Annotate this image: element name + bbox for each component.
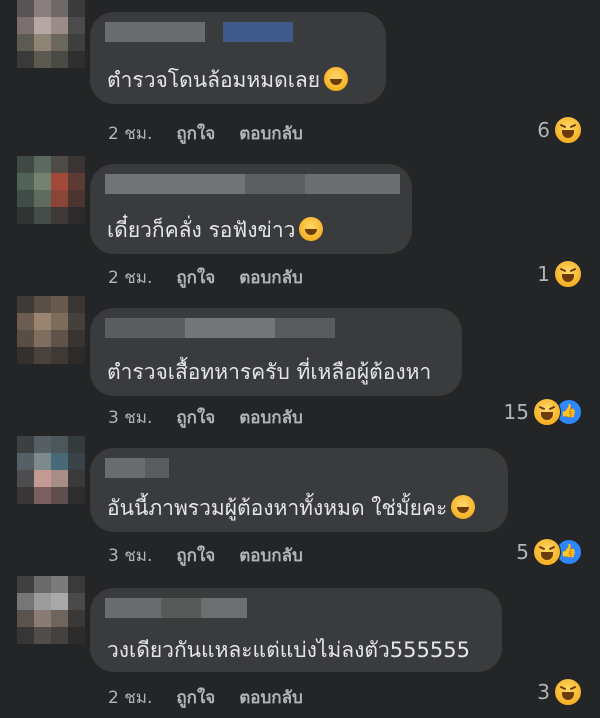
haha-icon bbox=[533, 538, 561, 566]
timestamp[interactable]: 2 ชม. bbox=[108, 264, 152, 291]
timestamp[interactable]: 2 ชม. bbox=[108, 120, 152, 147]
like-button[interactable]: ถูกใจ bbox=[176, 684, 215, 711]
author-name[interactable] bbox=[105, 318, 335, 338]
comment-actions: 3 ชม. ถูกใจ ตอบกลับ bbox=[108, 404, 303, 431]
reply-button[interactable]: ตอบกลับ bbox=[239, 542, 303, 569]
comment-text: อันนี้ภาพรวมผู้ต้องหาทั้งหมด ใช่มั้ยคะ bbox=[107, 492, 476, 525]
comment-bubble: ตำรวจโดนล้อมหมดเลย bbox=[90, 12, 386, 104]
comment-text: เดี๋ยวก็คลั่ง รอฟังข่าว bbox=[107, 214, 324, 247]
author-name[interactable] bbox=[105, 22, 293, 42]
avatar[interactable] bbox=[17, 436, 85, 504]
reaction-count: 6 bbox=[537, 118, 550, 142]
reaction-summary[interactable]: 5 👍 bbox=[516, 538, 582, 566]
rofl-emoji-icon bbox=[451, 495, 476, 519]
reply-button[interactable]: ตอบกลับ bbox=[239, 264, 303, 291]
reaction-count: 3 bbox=[537, 680, 550, 704]
haha-icon bbox=[554, 260, 582, 288]
comment-text: ตำรวจโดนล้อมหมดเลย bbox=[107, 64, 349, 97]
like-button[interactable]: ถูกใจ bbox=[176, 404, 215, 431]
comment-text: ตำรวจเสื้อทหารครับ ที่เหลือผู้ต้องหา bbox=[107, 360, 432, 384]
comment-actions: 2 ชม. ถูกใจ ตอบกลับ bbox=[108, 264, 303, 291]
comment-bubble: วงเดียวกันแหละแต่แบ่งไม่ลงตัว555555 bbox=[90, 588, 502, 672]
like-button[interactable]: ถูกใจ bbox=[176, 264, 215, 291]
haha-icon bbox=[533, 398, 561, 426]
reaction-summary[interactable]: 1 bbox=[537, 260, 582, 288]
like-button[interactable]: ถูกใจ bbox=[176, 542, 215, 569]
cat-joy-emoji-icon bbox=[324, 67, 349, 91]
reaction-count: 1 bbox=[537, 262, 550, 286]
comment-bubble: เดี๋ยวก็คลั่ง รอฟังข่าว bbox=[90, 164, 412, 254]
timestamp[interactable]: 3 ชม. bbox=[108, 542, 152, 569]
haha-icon bbox=[554, 678, 582, 706]
comment-actions: 3 ชม. ถูกใจ ตอบกลับ bbox=[108, 542, 303, 569]
reply-button[interactable]: ตอบกลับ bbox=[239, 684, 303, 711]
like-button[interactable]: ถูกใจ bbox=[176, 120, 215, 147]
comment-actions: 2 ชม. ถูกใจ ตอบกลับ bbox=[108, 684, 303, 711]
reaction-summary[interactable]: 6 bbox=[537, 116, 582, 144]
comment-bubble: ตำรวจเสื้อทหารครับ ที่เหลือผู้ต้องหา bbox=[90, 308, 462, 396]
avatar[interactable] bbox=[17, 576, 85, 644]
author-name[interactable] bbox=[105, 598, 247, 618]
comment-bubble: อันนี้ภาพรวมผู้ต้องหาทั้งหมด ใช่มั้ยคะ bbox=[90, 448, 508, 532]
avatar[interactable] bbox=[17, 296, 85, 364]
hand-over-mouth-emoji-icon bbox=[299, 217, 324, 241]
reaction-summary[interactable]: 3 bbox=[537, 678, 582, 706]
timestamp[interactable]: 2 ชม. bbox=[108, 684, 152, 711]
author-name[interactable] bbox=[105, 174, 400, 194]
avatar[interactable] bbox=[17, 156, 85, 224]
reaction-count: 5 bbox=[516, 540, 529, 564]
reaction-summary[interactable]: 15 👍 bbox=[504, 398, 582, 426]
reply-button[interactable]: ตอบกลับ bbox=[239, 120, 303, 147]
avatar[interactable] bbox=[17, 0, 85, 68]
comment-text: วงเดียวกันแหละแต่แบ่งไม่ลงตัว555555 bbox=[107, 638, 470, 662]
haha-icon bbox=[554, 116, 582, 144]
author-name[interactable] bbox=[105, 458, 169, 478]
timestamp[interactable]: 3 ชม. bbox=[108, 404, 152, 431]
comment-actions: 2 ชม. ถูกใจ ตอบกลับ bbox=[108, 120, 303, 147]
reaction-count: 15 bbox=[503, 400, 529, 424]
reply-button[interactable]: ตอบกลับ bbox=[239, 404, 303, 431]
